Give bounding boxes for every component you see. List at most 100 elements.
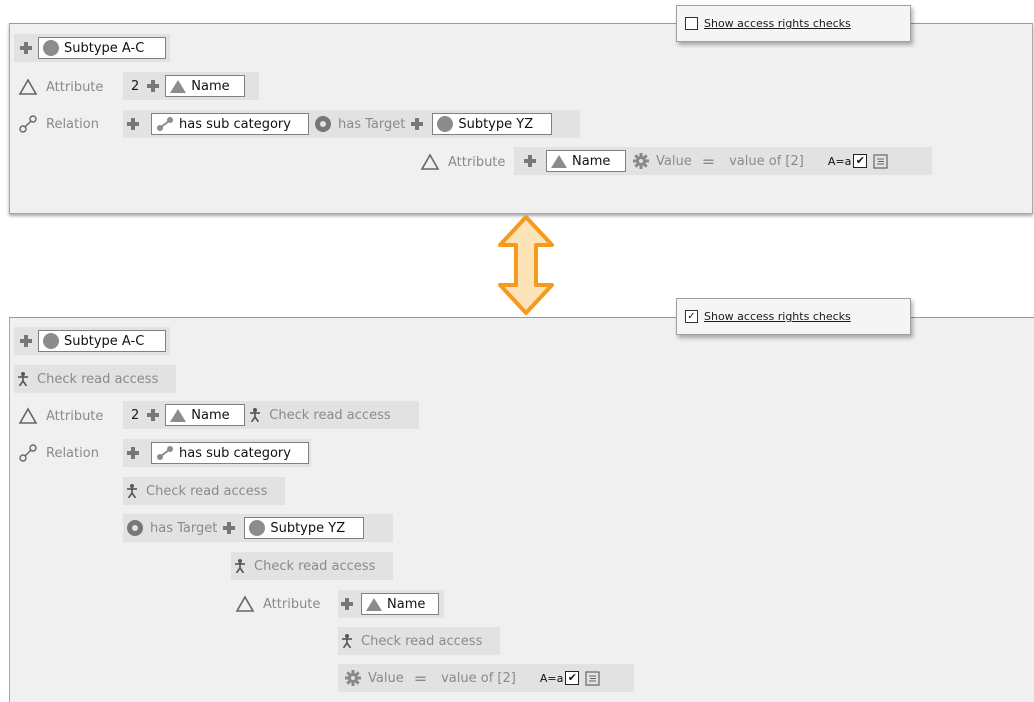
- subtype-root-row: Subtype A-C: [14, 34, 170, 62]
- show-access-rights-checkbox[interactable]: ✓: [685, 310, 698, 323]
- target-subtype-box[interactable]: Subtype YZ: [432, 113, 553, 135]
- plus-icon[interactable]: [127, 447, 139, 459]
- case-checkbox[interactable]: ✔: [853, 154, 868, 168]
- value-label: Value: [368, 670, 404, 686]
- relation-label: Relation: [46, 445, 99, 461]
- plus-icon[interactable]: [147, 409, 160, 421]
- show-access-rights-checkbox[interactable]: [685, 17, 698, 30]
- triangle-icon: [551, 154, 567, 168]
- triangle-icon: [170, 408, 187, 422]
- triangle-icon: [366, 597, 382, 611]
- attribute-row: 2 Name Check read access: [123, 401, 419, 429]
- check-read-access-label[interactable]: Check read access: [269, 408, 390, 423]
- access-rights-popup-bottom: ✓ Show access rights checks: [676, 298, 911, 335]
- nested-attribute-row: Name Value = value of [2] A=a ✔: [514, 147, 932, 175]
- nested-attribute-name-box[interactable]: Name: [546, 150, 626, 172]
- person-icon: [342, 634, 352, 648]
- double-arrow-icon: [498, 215, 554, 315]
- triangle-outline-icon: [235, 595, 255, 612]
- value-row: Value = value of [2] A=a ✔: [338, 664, 634, 692]
- show-access-rights-label[interactable]: Show access rights checks: [704, 310, 851, 323]
- plus-icon[interactable]: [20, 335, 32, 347]
- show-access-rights-label[interactable]: Show access rights checks: [704, 17, 851, 30]
- equals-operator[interactable]: =: [702, 152, 715, 171]
- relation-row: has sub category: [123, 439, 311, 467]
- plus-icon[interactable]: [20, 42, 32, 54]
- link-icon: [19, 115, 37, 133]
- check-read-access-label[interactable]: Check read access: [146, 484, 267, 499]
- subtype-root-box[interactable]: Subtype A-C: [38, 330, 166, 352]
- attribute-name-box[interactable]: Name: [165, 75, 246, 97]
- case-label: A=a: [827, 154, 852, 168]
- person-icon: [18, 372, 28, 386]
- nested-attribute-row: Name: [338, 590, 444, 618]
- check-read-access-row: Check read access: [338, 627, 500, 655]
- relation-name: has sub category: [179, 445, 291, 461]
- value-of-text[interactable]: value of [2]: [729, 154, 804, 169]
- person-icon: [127, 484, 137, 498]
- attribute-name-box[interactable]: Name: [165, 404, 246, 426]
- attribute-row: 2 Name: [123, 72, 259, 100]
- circle-icon: [437, 116, 454, 132]
- target-icon: [315, 116, 331, 132]
- nested-attribute-name-box[interactable]: Name: [361, 593, 439, 615]
- nested-attribute-label: Attribute: [448, 154, 506, 170]
- document-icon[interactable]: [585, 670, 600, 686]
- plus-icon[interactable]: [223, 522, 236, 534]
- case-checkbox[interactable]: ✔: [565, 671, 580, 685]
- person-icon: [235, 559, 245, 573]
- access-rights-popup-top: Show access rights checks: [676, 5, 911, 42]
- attribute-label: Attribute: [46, 408, 104, 424]
- check-read-access-label[interactable]: Check read access: [361, 634, 482, 649]
- relation-name: has sub category: [179, 116, 291, 132]
- nested-attribute-label: Attribute: [263, 596, 321, 612]
- attribute-index: 2: [131, 78, 140, 94]
- case-label: A=a: [539, 671, 564, 685]
- value-of-text[interactable]: value of [2]: [441, 671, 516, 686]
- relation-name-box[interactable]: has sub category: [151, 113, 309, 135]
- relation-row: has sub category has Target Subtype YZ: [123, 110, 580, 138]
- link-icon: [19, 444, 37, 462]
- has-target-label: has Target: [150, 520, 218, 536]
- circle-icon: [249, 520, 266, 536]
- attribute-name: Name: [191, 407, 230, 423]
- check-read-access-row: Check read access: [231, 552, 393, 580]
- gear-icon[interactable]: [632, 152, 650, 170]
- triangle-icon: [170, 79, 187, 93]
- link-icon: [157, 446, 173, 460]
- target-subtype: Subtype YZ: [458, 116, 534, 132]
- nested-attribute-name: Name: [572, 153, 611, 169]
- subtype-root-box[interactable]: Subtype A-C: [38, 37, 166, 59]
- triangle-outline-icon: [420, 153, 440, 170]
- nested-attribute-label-group: Attribute: [418, 148, 505, 176]
- plus-icon[interactable]: [127, 118, 139, 130]
- has-target-row: has Target Subtype YZ: [123, 514, 393, 542]
- circle-icon: [43, 333, 59, 349]
- document-icon[interactable]: [873, 153, 888, 169]
- subtype-root-label: Subtype A-C: [64, 40, 145, 56]
- relation-row-label: Relation: [14, 110, 99, 138]
- plus-icon[interactable]: [341, 598, 353, 610]
- plus-icon[interactable]: [147, 80, 160, 92]
- attribute-row-label: Attribute: [14, 73, 103, 101]
- check-read-access-label[interactable]: Check read access: [37, 372, 158, 387]
- person-icon: [250, 408, 261, 422]
- plus-icon[interactable]: [524, 155, 536, 167]
- relation-name-box[interactable]: has sub category: [151, 442, 309, 464]
- check-read-access-row: Check read access: [14, 365, 176, 393]
- target-subtype: Subtype YZ: [270, 520, 346, 536]
- equals-operator[interactable]: =: [414, 669, 427, 688]
- check-read-access-label[interactable]: Check read access: [254, 559, 375, 574]
- link-icon: [157, 117, 173, 131]
- triangle-outline-icon: [18, 78, 38, 95]
- has-target-label: has Target: [338, 116, 406, 132]
- target-subtype-box[interactable]: Subtype YZ: [244, 517, 365, 539]
- plus-icon[interactable]: [411, 118, 424, 130]
- triangle-outline-icon: [18, 407, 38, 424]
- relation-label: Relation: [46, 116, 99, 132]
- attribute-name: Name: [191, 78, 230, 94]
- check-read-access-row: Check read access: [123, 477, 285, 505]
- gear-icon[interactable]: [344, 669, 362, 687]
- attribute-row-label: Attribute: [14, 402, 103, 430]
- attribute-label: Attribute: [46, 79, 104, 95]
